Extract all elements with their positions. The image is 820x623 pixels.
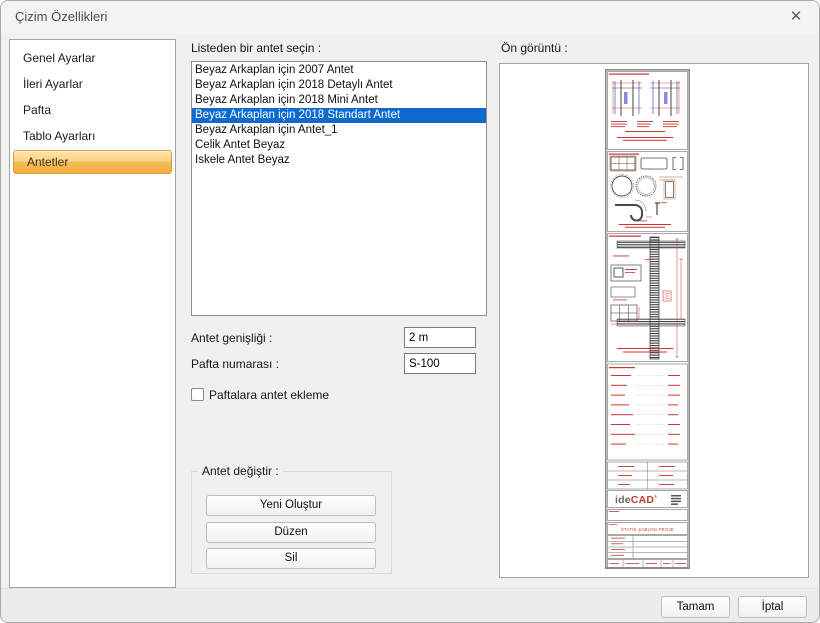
pafta-number-input[interactable]: [404, 353, 476, 374]
ok-button[interactable]: Tamam: [661, 596, 730, 618]
svg-text:ideCAD®: ideCAD®: [615, 494, 657, 506]
pafta-number-label: Pafta numarası :: [191, 357, 279, 371]
close-icon[interactable]: ✕: [786, 7, 806, 27]
sidebar: Genel Ayarlar İleri Ayarlar Pafta Tablo …: [9, 39, 176, 588]
antet-list-item[interactable]: Iskele Antet Beyaz: [192, 153, 486, 168]
sheet-title-text: STATİK ŞABLON PROJE: [621, 527, 674, 532]
antet-list-label: Listeden bir antet seçin :: [191, 41, 321, 55]
cancel-button[interactable]: İptal: [738, 596, 807, 618]
sidebar-item-ileri-ayarlar[interactable]: İleri Ayarlar: [10, 71, 175, 97]
antet-list-item[interactable]: Beyaz Arkaplan için Antet_1: [192, 123, 486, 138]
antet-list-item-selected[interactable]: Beyaz Arkaplan için 2018 Standart Antet: [192, 108, 486, 123]
window-title: Çizim Özellikleri: [15, 9, 107, 24]
antet-width-label: Antet genişliği :: [191, 331, 272, 345]
antet-width-input[interactable]: [404, 327, 476, 348]
titlebar: Çizim Özellikleri ✕: [1, 1, 819, 33]
sil-button[interactable]: Sil: [206, 548, 376, 569]
dialog-footer: Tamam İptal: [1, 588, 819, 623]
antet-list-item[interactable]: Beyaz Arkaplan için 2007 Antet: [192, 63, 486, 78]
sidebar-item-pafta[interactable]: Pafta: [10, 97, 175, 123]
duzen-button[interactable]: Düzen: [206, 522, 376, 543]
logo-text-cad: CAD: [631, 494, 655, 506]
paftalara-antet-ekleme-checkbox[interactable]: [191, 388, 204, 401]
logo-reg-mark: ®: [654, 494, 657, 499]
logo-text-ide: ide: [615, 494, 631, 506]
antet-preview-drawing: ideCAD® STATİK ŞABLON PROJE: [605, 69, 690, 569]
antet-list-item[interactable]: Beyaz Arkaplan için 2018 Detaylı Antet: [192, 78, 486, 93]
paftalara-antet-ekleme-label: Paftalara antet ekleme: [209, 388, 329, 402]
preview-label: Ön görüntü :: [501, 41, 568, 55]
antet-list-item[interactable]: Celik Antet Beyaz: [192, 138, 486, 153]
drawing-properties-dialog: Çizim Özellikleri ✕ Genel Ayarlar İleri …: [0, 0, 820, 623]
antet-degistir-group-title: Antet değiştir :: [198, 464, 283, 478]
yeni-olustur-button[interactable]: Yeni Oluştur: [206, 495, 376, 516]
sidebar-item-tablo-ayarlari[interactable]: Tablo Ayarları: [10, 123, 175, 149]
preview-panel: ideCAD® STATİK ŞABLON PROJE: [499, 63, 809, 578]
antet-degistir-groupbox: Antet değiştir : Yeni Oluştur Düzen Sil: [191, 471, 392, 574]
sidebar-item-genel-ayarlar[interactable]: Genel Ayarlar: [10, 45, 175, 71]
antet-list-item[interactable]: Beyaz Arkaplan için 2018 Mini Antet: [192, 93, 486, 108]
sidebar-item-antetler[interactable]: Antetler: [13, 150, 172, 174]
antet-listbox[interactable]: Beyaz Arkaplan için 2007 Antet Beyaz Ark…: [191, 61, 487, 316]
